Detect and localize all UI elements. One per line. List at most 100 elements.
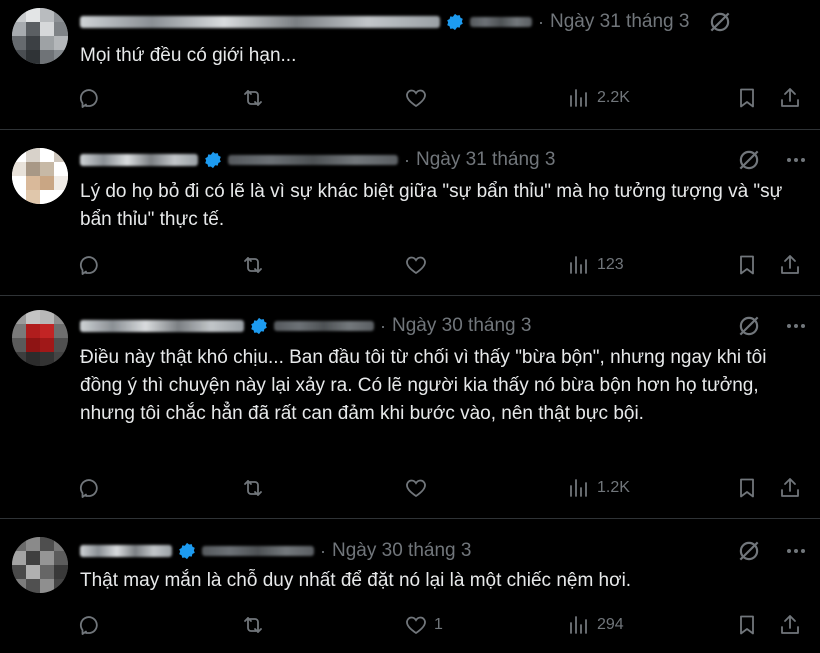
tweet-text: Điều này thật khó chịu... Ban đầu tôi từ…: [80, 347, 767, 424]
grok-icon[interactable]: [736, 147, 762, 173]
verified-badge-icon: [251, 317, 267, 335]
like-count: 1: [434, 616, 443, 633]
tweet-header: · Ngày 30 tháng 3: [80, 314, 808, 338]
like-icon: [406, 89, 426, 108]
bookmark-button[interactable]: [735, 476, 759, 500]
separator-dot: ·: [320, 540, 326, 561]
tweet-date[interactable]: Ngày 31 tháng 3: [550, 11, 689, 33]
tweet-text: Mọi thứ đều có giới hạn...: [80, 45, 297, 66]
views-count: 294: [597, 616, 624, 633]
grok-icon[interactable]: [736, 538, 762, 564]
separator-dot: ·: [380, 315, 386, 336]
like-icon: [406, 479, 426, 498]
like-button[interactable]: 1: [404, 613, 567, 637]
views-button[interactable]: 2.2K: [567, 86, 735, 110]
reply-button[interactable]: [78, 253, 241, 277]
share-icon: [781, 88, 799, 107]
avatar[interactable]: [12, 8, 68, 64]
more-icon[interactable]: [784, 314, 808, 338]
views-icon: [570, 616, 587, 634]
retweet-icon: [244, 257, 262, 273]
avatar[interactable]: [12, 537, 68, 593]
avatar[interactable]: [12, 310, 68, 366]
share-button[interactable]: [778, 86, 802, 110]
like-icon: [406, 616, 426, 635]
author-name[interactable]: [80, 16, 440, 28]
retweet-button[interactable]: [241, 476, 404, 500]
views-button[interactable]: 123: [567, 253, 735, 277]
tweet-header: · Ngày 31 tháng 3: [80, 148, 808, 172]
more-icon[interactable]: [784, 148, 808, 172]
author-name[interactable]: [80, 154, 198, 166]
more-icon[interactable]: [784, 539, 808, 563]
tweet-date[interactable]: Ngày 30 tháng 3: [332, 540, 471, 562]
grok-icon[interactable]: [736, 313, 762, 339]
retweet-button[interactable]: [241, 86, 404, 110]
reply-icon: [79, 256, 98, 275]
retweet-icon: [244, 480, 262, 496]
reply-button[interactable]: [78, 613, 241, 637]
tweet-2[interactable]: · Ngày 31 tháng 3 Lý do họ bỏ đi có lẽ l…: [0, 130, 820, 296]
views-count: 1.2K: [597, 479, 630, 496]
tweet-3[interactable]: · Ngày 30 tháng 3 Điều này thật khó chịu…: [0, 296, 820, 519]
bookmark-icon: [740, 615, 754, 635]
share-button[interactable]: [778, 613, 802, 637]
views-icon: [570, 256, 587, 274]
tweet-actions: 1 294: [78, 611, 802, 639]
reply-icon: [79, 479, 98, 498]
views-button[interactable]: 294: [567, 613, 735, 637]
tweet-actions: 1.2K: [78, 474, 802, 502]
retweet-icon: [244, 90, 262, 106]
author-name[interactable]: [80, 545, 172, 557]
tweet-actions: 123: [78, 251, 802, 279]
tweet-4[interactable]: · Ngày 30 tháng 3 Thật may mắn là chỗ du…: [0, 519, 820, 653]
tweet-header: · Ngày 31 tháng 3: [80, 10, 808, 34]
avatar[interactable]: [12, 148, 68, 204]
views-button[interactable]: 1.2K: [567, 476, 735, 500]
verified-badge-icon: [205, 151, 221, 169]
tweet-header: · Ngày 30 tháng 3: [80, 539, 808, 563]
bookmark-button[interactable]: [735, 86, 759, 110]
tweet-text: Lý do họ bỏ đi có lẽ là vì sự khác biệt …: [80, 181, 783, 230]
share-button[interactable]: [778, 476, 802, 500]
retweet-icon: [244, 617, 262, 633]
views-count: 2.2K: [597, 89, 630, 106]
tweet-1[interactable]: · Ngày 31 tháng 3 Mọi thứ đều có giới hạ…: [0, 0, 820, 130]
retweet-button[interactable]: [241, 253, 404, 277]
share-button[interactable]: [778, 253, 802, 277]
separator-dot: ·: [538, 11, 544, 32]
bookmark-icon: [740, 255, 754, 275]
bookmark-button[interactable]: [735, 253, 759, 277]
share-icon: [781, 615, 799, 634]
author-handle[interactable]: [202, 546, 314, 556]
retweet-button[interactable]: [241, 613, 404, 637]
author-handle[interactable]: [274, 321, 374, 331]
reply-button[interactable]: [78, 86, 241, 110]
views-icon: [570, 479, 587, 497]
like-button[interactable]: [404, 476, 567, 500]
share-icon: [781, 478, 799, 497]
verified-badge-icon: [447, 13, 463, 31]
bookmark-icon: [740, 88, 754, 108]
grok-icon[interactable]: [707, 9, 733, 35]
author-handle[interactable]: [228, 155, 398, 165]
verified-badge-icon: [179, 542, 195, 560]
like-button[interactable]: [404, 86, 567, 110]
like-button[interactable]: [404, 253, 567, 277]
tweet-date[interactable]: Ngày 30 tháng 3: [392, 315, 531, 337]
bookmark-button[interactable]: [735, 613, 759, 637]
bookmark-icon: [740, 478, 754, 498]
tweet-date[interactable]: Ngày 31 tháng 3: [416, 149, 555, 171]
reply-button[interactable]: [78, 476, 241, 500]
tweet-actions: 2.2K: [78, 84, 802, 112]
reply-icon: [79, 89, 98, 108]
like-icon: [406, 256, 426, 275]
views-count: 123: [597, 256, 624, 273]
share-icon: [781, 255, 799, 274]
reply-icon: [79, 616, 98, 635]
views-icon: [570, 89, 587, 107]
author-name[interactable]: [80, 320, 244, 332]
separator-dot: ·: [404, 149, 410, 170]
tweet-text: Thật may mắn là chỗ duy nhất để đặt nó l…: [80, 570, 632, 591]
author-handle[interactable]: [470, 17, 532, 27]
